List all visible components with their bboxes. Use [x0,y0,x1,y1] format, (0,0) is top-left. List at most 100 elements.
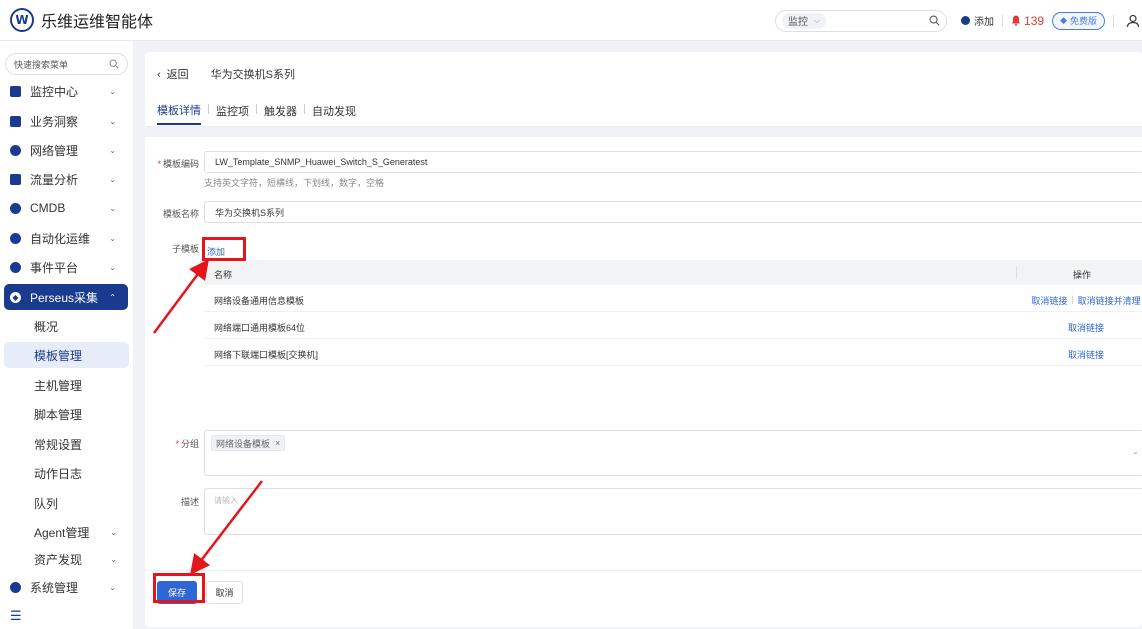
sub-template-table-header: 名称 操作 [205,260,1142,285]
chevron-down-icon: ⌄ [109,174,116,184]
sidebar-item-event-platform[interactable]: 事件平台 ⌄ [4,254,128,280]
template-name-input[interactable]: 华为交换机S系列 [204,201,1142,223]
tab-monitor-items[interactable]: 监控项 [216,103,249,124]
sidebar-item-cmdb[interactable]: CMDB ⌄ [4,195,128,221]
column-divider [1016,266,1017,279]
add-sub-template-link[interactable]: 添加 [207,245,225,258]
group-select[interactable]: 网络设备模板 × ⌄ [204,430,1142,476]
sidebar-subitem-label: 概况 [34,319,59,334]
sidebar-item-perseus[interactable]: ◆ Perseus采集 ⌃ [4,284,128,310]
chevron-up-icon: ⌃ [109,292,116,302]
sidebar-item-business-insight[interactable]: 业务洞察 ⌄ [4,108,128,134]
sidebar-item-automation[interactable]: 自动化运维 ⌄ [4,225,128,251]
chevron-down-icon: ⌄ [109,233,116,243]
search-icon[interactable] [929,15,940,26]
unlink-button[interactable]: 取消链接 [1031,294,1067,307]
column-header-actions: 操作 [1073,270,1092,280]
column-header-name: 名称 [214,270,233,280]
sidebar-subitem-label: 主机管理 [34,378,83,393]
breadcrumb: ‹ 返回 华为交换机S系列 [157,66,295,82]
add-label: 添加 [974,17,995,28]
app-title: 乐维运维智能体 [41,14,154,31]
sidebar-item-label: Perseus采集 [30,290,99,305]
bell-icon [10,261,21,273]
free-version-badge[interactable]: ◆ 免费版 [1052,11,1105,30]
sidebar-subitem-general-settings[interactable]: 常规设置 [4,431,129,457]
template-code-input[interactable]: LW_Template_SNMP_Huawei_Switch_S_Generat… [204,151,1142,173]
sidebar-subitem-asset-discovery[interactable]: 资产发现 ⌄ [4,546,129,572]
sidebar-item-system-management[interactable]: 系统管理 ⌄ [4,574,128,600]
global-search[interactable]: 监控 ⌵ [775,9,948,32]
alarm-button[interactable]: 139 [1011,14,1044,28]
chevron-down-icon: ⌄ [110,554,117,564]
group-label-text: 分组 [180,439,199,449]
back-button[interactable]: ‹ 返回 [157,66,189,82]
row-name: 网络端口通用模板64位 [214,323,306,333]
sidebar-subitem-template-management[interactable]: 模板管理 [4,342,129,368]
table-row: 网络端口通用模板64位 取消链接 [205,312,1142,339]
template-name-label: 模板名称 [162,209,199,219]
sidebar-subitem-label: 常规设置 [34,437,83,452]
divider [145,570,1142,571]
save-button[interactable]: 保存 [157,581,197,604]
cancel-button[interactable]: 取消 [206,581,243,604]
template-name-value: 华为交换机S系列 [215,207,285,218]
sidebar-subitem-label: Agent管理 [34,525,90,540]
search-scope-select[interactable]: 监控 ⌵ [782,12,827,29]
sidebar-item-monitor-center[interactable]: 监控中心 ⌄ [4,78,128,104]
page-title: 华为交换机S系列 [210,69,296,81]
sidebar-subitem-agent-management[interactable]: Agent管理 ⌄ [4,519,129,545]
sidebar-subitem-action-log[interactable]: 动作日志 [4,460,129,486]
table-row: 网络设备通用信息模板 取消链接 | 取消链接并清理 [205,285,1142,312]
divider [1113,14,1114,27]
tab-divider [304,104,305,114]
user-icon[interactable] [1126,14,1140,28]
perseus-icon: ◆ [10,291,21,303]
menu-search-input[interactable]: 快速搜索菜单 [5,53,128,75]
sidebar-item-traffic-analysis[interactable]: 流量分析 ⌄ [4,166,128,192]
chevron-down-icon: ⌄ [109,86,116,96]
chevron-down-icon: ⌄ [109,582,116,592]
unlink-button[interactable]: 取消链接 [1068,321,1104,334]
sidebar-item-network-management[interactable]: 网络管理 ⌄ [4,137,128,163]
chevron-down-icon: ⌄ [110,527,117,537]
add-button[interactable]: 添加 [961,13,994,28]
tab-auto-discovery[interactable]: 自动发现 [312,103,356,124]
tag-close-icon[interactable]: × [275,438,280,448]
row-actions: 取消链接 [1030,348,1142,361]
sidebar: 快速搜索菜单 监控中心 ⌄ 业务洞察 ⌄ 网络管理 ⌄ 流量分析 ⌄ CMDB … [0,41,133,629]
template-code-label: * 模板编码 [157,159,199,169]
row-actions: 取消链接 | 取消链接并清理 [1030,294,1142,307]
template-code-value: LW_Template_SNMP_Huawei_Switch_S_Generat… [215,157,428,167]
description-textarea[interactable]: 请输入 [204,488,1142,535]
chevron-down-icon: ⌄ [109,116,116,126]
free-badge-label: 免费版 [1069,16,1097,26]
sidebar-item-label: 监控中心 [30,84,79,99]
collapse-menu-icon[interactable]: ☰ [10,608,22,624]
sidebar-subitem-host-management[interactable]: 主机管理 [4,372,129,398]
search-icon [109,59,119,69]
back-label: 返回 [166,69,189,81]
sidebar-subitem-overview[interactable]: 概况 [4,313,129,339]
sidebar-subitem-script-management[interactable]: 脚本管理 [4,401,129,427]
chevron-down-icon: ⌵ [814,15,821,25]
sidebar-subitem-label: 队列 [34,496,59,511]
tab-divider [256,104,257,114]
search-scope-label: 监控 [788,17,809,28]
unlink-and-clear-button[interactable]: 取消链接并清理 [1078,294,1141,307]
sidebar-subitem-label: 模板管理 [34,348,83,363]
tab-triggers[interactable]: 触发器 [264,103,297,124]
sidebar-item-label: 业务洞察 [30,114,79,129]
sidebar-subitem-queue[interactable]: 队列 [4,490,129,516]
template-code-label-text: 模板编码 [162,159,199,169]
row-name: 网络下联端口模板[交换机] [214,350,319,360]
logo-icon: W [10,8,34,32]
sidebar-item-label: 事件平台 [30,260,79,275]
tab-template-details[interactable]: 模板详情 [157,102,201,125]
unlink-button[interactable]: 取消链接 [1068,348,1104,361]
chevron-left-icon: ‹ [157,69,161,81]
top-bar: W 乐维运维智能体 监控 ⌵ 添加 139 ◆ 免费版 [0,0,1142,41]
divider [1002,14,1004,27]
group-tag: 网络设备模板 × [211,435,286,451]
main-panel: ‹ 返回 华为交换机S系列 模板详情 监控项 触发器 自动发现 * 模板编码 LW_… [145,52,1142,627]
